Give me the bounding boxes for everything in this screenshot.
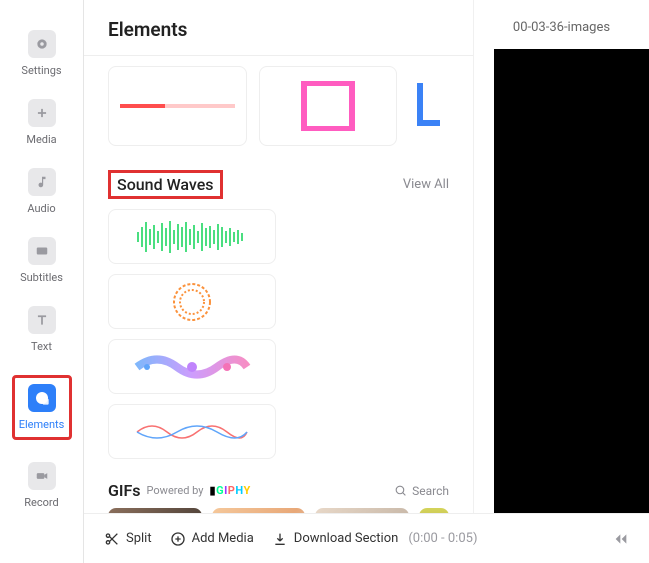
wave-card[interactable] xyxy=(108,274,276,329)
sidebar-item-elements[interactable]: Elements xyxy=(12,375,72,440)
add-media-button[interactable]: Add Media xyxy=(170,531,254,547)
shapes-row xyxy=(108,56,449,164)
section-title-soundwaves: Sound Waves xyxy=(108,170,223,199)
sidebar-item-record[interactable]: Record xyxy=(12,462,72,509)
search-gifs-button[interactable]: Search xyxy=(394,484,449,498)
nav-label: Elements xyxy=(19,418,65,431)
shape-card-square[interactable] xyxy=(259,66,398,146)
preview-canvas[interactable] xyxy=(494,49,649,513)
nav-label: Record xyxy=(24,496,58,509)
section-title-gifs: GIFs xyxy=(108,481,141,500)
text-icon xyxy=(28,306,56,334)
soundwaves-header: Sound Waves View All xyxy=(108,164,449,209)
wave-card[interactable] xyxy=(108,339,276,394)
add-media-label: Add Media xyxy=(192,531,254,546)
search-label: Search xyxy=(412,484,449,498)
split-label: Split xyxy=(126,531,152,546)
scissors-icon xyxy=(104,531,120,547)
camera-icon xyxy=(28,462,56,490)
preview-pane: 00-03-36-images xyxy=(473,0,649,563)
nav-label: Media xyxy=(26,133,56,146)
download-section-button[interactable]: Download Section (0:00 - 0:05) xyxy=(272,531,478,547)
nav-label: Audio xyxy=(27,202,55,215)
wave-card[interactable] xyxy=(108,209,276,264)
subtitles-icon xyxy=(28,237,56,265)
nav-label: Subtitles xyxy=(20,271,63,284)
rewind-button[interactable] xyxy=(613,531,629,547)
soundwaves-grid xyxy=(108,209,449,473)
gifs-header: GIFs Powered by ▮GIPHY Search xyxy=(108,473,449,508)
plus-circle-icon xyxy=(170,531,186,547)
wave-card[interactable] xyxy=(108,404,276,459)
download-range: (0:00 - 0:05) xyxy=(408,531,477,546)
sidebar-item-settings[interactable]: Settings xyxy=(12,30,72,77)
panel-header: Elements xyxy=(84,0,473,56)
gear-icon xyxy=(28,30,56,58)
download-icon xyxy=(272,531,288,547)
giphy-logo: ▮GIPHY xyxy=(210,484,251,497)
sidebar-item-subtitles[interactable]: Subtitles xyxy=(12,237,72,284)
download-label: Download Section xyxy=(294,531,399,546)
sidebar-item-text[interactable]: Text xyxy=(12,306,72,353)
shape-card-line[interactable] xyxy=(108,66,247,146)
shape-card-l[interactable] xyxy=(409,66,449,146)
nav-label: Settings xyxy=(21,64,61,77)
panel-title: Elements xyxy=(108,18,449,41)
timeline-toolbar: Split Add Media Download Section (0:00 - … xyxy=(84,513,649,563)
preview-filename: 00-03-36-images xyxy=(474,0,649,49)
view-all-link[interactable]: View All xyxy=(403,177,449,192)
plus-icon xyxy=(28,99,56,127)
powered-by-label: Powered by xyxy=(147,484,204,497)
elements-icon xyxy=(28,384,56,412)
rewind-icon xyxy=(613,531,629,547)
music-note-icon xyxy=(28,168,56,196)
sidebar: Settings Media Audio Subtitles Text Elem… xyxy=(0,0,84,563)
split-button[interactable]: Split xyxy=(104,531,152,547)
nav-label: Text xyxy=(31,340,52,353)
sidebar-item-media[interactable]: Media xyxy=(12,99,72,146)
search-icon xyxy=(394,484,407,497)
sidebar-item-audio[interactable]: Audio xyxy=(12,168,72,215)
